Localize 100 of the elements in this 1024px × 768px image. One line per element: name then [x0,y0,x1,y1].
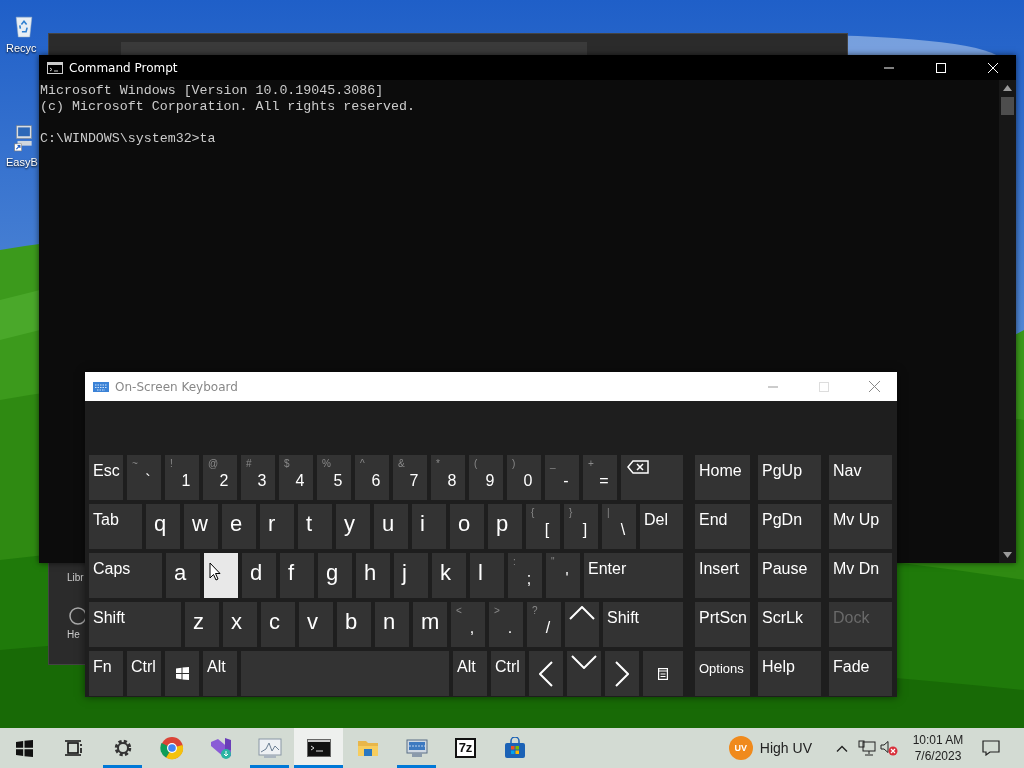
keyboard-key[interactable]: Shift [89,602,181,647]
keyboard-key[interactable]: ScrLk [758,602,821,647]
keyboard-key[interactable]: Pause [758,553,821,598]
windows-key[interactable] [165,651,199,696]
console-prompt[interactable]: C:\WINDOWS\system32>ta [40,131,216,147]
scroll-thumb[interactable] [1001,97,1014,115]
keyboard-key[interactable]: t [298,504,332,549]
keyboard-key[interactable]: o [450,504,484,549]
keyboard-key[interactable]: PgDn [758,504,821,549]
backspace-key[interactable] [621,455,683,500]
keyboard-key[interactable]: @ 2 [203,455,237,500]
keyboard-key[interactable]: # 3 [241,455,275,500]
recycle-bin-icon[interactable] [12,14,36,38]
keyboard-key[interactable]: Insert [695,553,750,598]
keyboard-key[interactable]: Del [640,504,683,549]
keyboard-key[interactable]: p [488,504,522,549]
keyboard-key[interactable]: $ 4 [279,455,313,500]
keyboard-key[interactable]: a [166,553,200,598]
keyboard-key[interactable]: PrtScn [695,602,750,647]
sidebar-item[interactable]: He [67,629,80,640]
keyboard-key[interactable]: r [260,504,294,549]
keyboard-key[interactable]: Home [695,455,750,500]
keyboard-key[interactable]: ^ 6 [355,455,389,500]
taskbar-button[interactable]: 7z [441,728,490,768]
keyboard-key[interactable]: n [375,602,409,647]
keyboard-key[interactable]: Fn [89,651,123,696]
chevron-up-icon[interactable] [836,744,848,752]
keyboard-key[interactable]: f [280,553,314,598]
keyboard-key[interactable]: g [318,553,352,598]
weather-text[interactable]: High UV [759,740,812,756]
keyboard-key[interactable]: Alt [203,651,237,696]
keyboard-key[interactable]: u [374,504,408,549]
keyboard-key[interactable]: ! 1 [165,455,199,500]
keyboard-key[interactable]: c [261,602,295,647]
keyboard-key[interactable]: b [337,602,371,647]
keyboard-key[interactable]: d [242,553,276,598]
keyboard-key[interactable]: Tab [89,504,142,549]
keyboard-key[interactable]: PgUp [758,455,821,500]
monitor-icon[interactable] [14,124,34,152]
keyboard-key[interactable]: End [695,504,750,549]
keyboard-key[interactable]: z [185,602,219,647]
keyboard-key[interactable]: } ] [564,504,598,549]
notification-icon[interactable] [982,740,1000,756]
keyboard-key[interactable]: Mv Up [829,504,892,549]
keyboard-key[interactable]: v [299,602,333,647]
keyboard-key[interactable]: Ctrl [491,651,525,696]
clock-date[interactable]: 7/6/2023 [914,748,962,764]
keyboard-key[interactable]: w [184,504,218,549]
windows-logo-icon [16,739,33,757]
keyboard-key[interactable]: l [470,553,504,598]
keyboard-key[interactable]: Enter [584,553,683,598]
keyboard-key[interactable]: y [336,504,370,549]
keyboard-key[interactable]: m [413,602,447,647]
down-arrow-key[interactable] [567,651,601,696]
keyboard-key[interactable]: ) 0 [507,455,541,500]
keyboard-key[interactable]: e [222,504,256,549]
up-arrow-key[interactable] [565,602,599,647]
keyboard-key[interactable]: Mv Dn [829,553,892,598]
left-arrow-key[interactable] [529,651,563,696]
close-icon [988,62,998,73]
keyboard-key[interactable]: x [223,602,257,647]
keyboard-key[interactable]: Alt [453,651,487,696]
keyboard-key[interactable]: & 7 [393,455,427,500]
keyboard-key[interactable]: : ; [508,553,542,598]
keyboard-key[interactable]: % 5 [317,455,351,500]
keyboard-key[interactable]: k [432,553,466,598]
right-arrow-key[interactable] [605,651,639,696]
keyboard-key[interactable]: " ' [546,553,580,598]
keyboard-key[interactable]: h [356,553,390,598]
keyboard-key[interactable]: Caps [89,553,162,598]
keyboard-key[interactable]: q [146,504,180,549]
volume-icon[interactable] [880,740,898,756]
keyboard-key[interactable]: Ctrl [127,651,161,696]
keyboard-key[interactable]: Shift [603,602,683,647]
keyboard-key[interactable]: _ - [545,455,579,500]
keyboard-key[interactable]: j [394,553,428,598]
keyboard-key[interactable]: Help [758,651,821,696]
keyboard-key[interactable]: i [412,504,446,549]
keyboard-key[interactable]: Options [695,651,750,696]
taskbar-button[interactable] [294,728,343,768]
keyboard-key[interactable]: ( 9 [469,455,503,500]
scroll-bar[interactable] [999,80,1016,563]
menu-key[interactable] [643,651,683,696]
clock-time[interactable]: 10:01 AM [912,732,964,748]
keyboard-key[interactable]: > . [489,602,523,647]
keyboard-key[interactable]: | \ [602,504,636,549]
keyboard-key[interactable]: ~ ` [127,455,161,500]
scroll-down-icon[interactable] [1003,552,1012,558]
network-icon[interactable] [858,740,876,756]
scroll-up-icon[interactable] [1003,85,1012,91]
keyboard-key[interactable]: Fade [829,651,892,696]
keyboard-key[interactable]: Nav [829,455,892,500]
keyboard-key[interactable]: + = [583,455,617,500]
keyboard-key[interactable] [204,553,238,598]
keyboard-key[interactable]: < , [451,602,485,647]
sidebar-item[interactable]: Libr [67,572,84,583]
keyboard-key[interactable]: ? / [527,602,561,647]
keyboard-key[interactable]: * 8 [431,455,465,500]
keyboard-key[interactable]: Esc [89,455,123,500]
keyboard-key[interactable]: { [ [526,504,560,549]
